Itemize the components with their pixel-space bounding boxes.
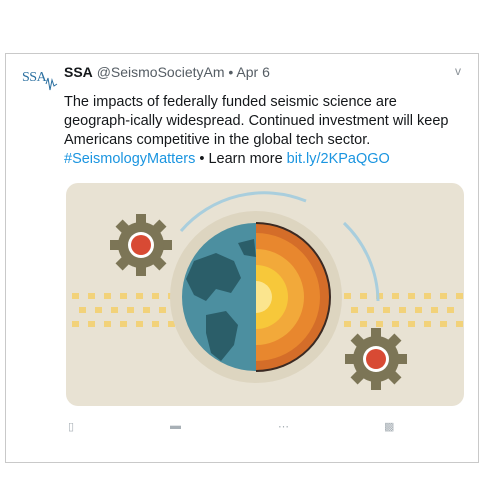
gear-icon — [345, 328, 407, 390]
wave-dot — [367, 307, 374, 313]
avatar[interactable]: SSA — [22, 66, 58, 102]
earth-cross-section-illustration — [66, 183, 464, 406]
tweet-text-main: The impacts of federally funded seismic … — [64, 94, 449, 148]
like-icon[interactable]: ⋯ — [278, 420, 289, 433]
gear-hub — [366, 349, 386, 369]
wave-dot — [424, 293, 431, 299]
wave-dot — [447, 307, 454, 313]
wave-dot — [79, 307, 86, 313]
wave-dot — [431, 307, 438, 313]
wave-dot — [152, 293, 159, 299]
display-name[interactable]: SSA — [64, 64, 93, 80]
wave-dot — [111, 307, 118, 313]
share-icon[interactable]: ▩ — [384, 420, 394, 433]
wave-dot — [143, 307, 150, 313]
wave-dot — [152, 321, 159, 327]
seismograph-icon — [45, 77, 58, 91]
separator-dot: • — [224, 64, 237, 80]
tweet-media-image[interactable] — [66, 183, 464, 406]
wave-dot — [408, 293, 415, 299]
wave-dot — [88, 321, 95, 327]
wave-dot — [344, 321, 351, 327]
wave-dot — [408, 321, 415, 327]
url-link[interactable]: bit.ly/2KPaQGO — [287, 151, 390, 167]
handle[interactable]: @SeismoSocietyAm — [97, 64, 225, 80]
wave-dot — [136, 293, 143, 299]
reply-icon[interactable]: ▯ — [68, 420, 74, 433]
wave-dot — [456, 321, 463, 327]
tweet-text-mid: • Learn more — [195, 151, 287, 167]
chevron-down-icon[interactable]: v — [455, 64, 461, 78]
retweet-icon[interactable]: ▬ — [170, 420, 181, 432]
wave-dot — [383, 307, 390, 313]
wave-dot — [120, 293, 127, 299]
wave-dot — [351, 307, 358, 313]
wave-dot — [399, 307, 406, 313]
wave-dot — [104, 293, 111, 299]
wave-dot — [72, 321, 79, 327]
tweet-header: SSA @SeismoSocietyAm • Apr 6 — [64, 64, 270, 80]
wave-dot — [120, 321, 127, 327]
wave-dot — [136, 321, 143, 327]
wave-dot — [415, 307, 422, 313]
wave-dot — [392, 293, 399, 299]
wave-dot — [344, 293, 351, 299]
wave-dot — [104, 321, 111, 327]
wave-dot — [360, 321, 367, 327]
wave-dot — [88, 293, 95, 299]
wave-dot — [440, 293, 447, 299]
tweet-date[interactable]: Apr 6 — [236, 64, 269, 80]
wave-dot — [392, 321, 399, 327]
wave-dot — [440, 321, 447, 327]
gear-icon — [110, 214, 172, 276]
wave-dot — [376, 321, 383, 327]
tweet-text: The impacts of federally funded seismic … — [64, 93, 464, 169]
tweet-actions: ▯ ▬ ⋯ ▩ — [0, 420, 485, 436]
gear-hub — [131, 235, 151, 255]
wave-dot — [72, 293, 79, 299]
wave-dot — [159, 307, 166, 313]
wave-dot — [95, 307, 102, 313]
wave-dot — [456, 293, 463, 299]
wave-dot — [127, 307, 134, 313]
hashtag-link[interactable]: #SeismologyMatters — [64, 151, 195, 167]
wave-dot — [360, 293, 367, 299]
wave-dot — [424, 321, 431, 327]
